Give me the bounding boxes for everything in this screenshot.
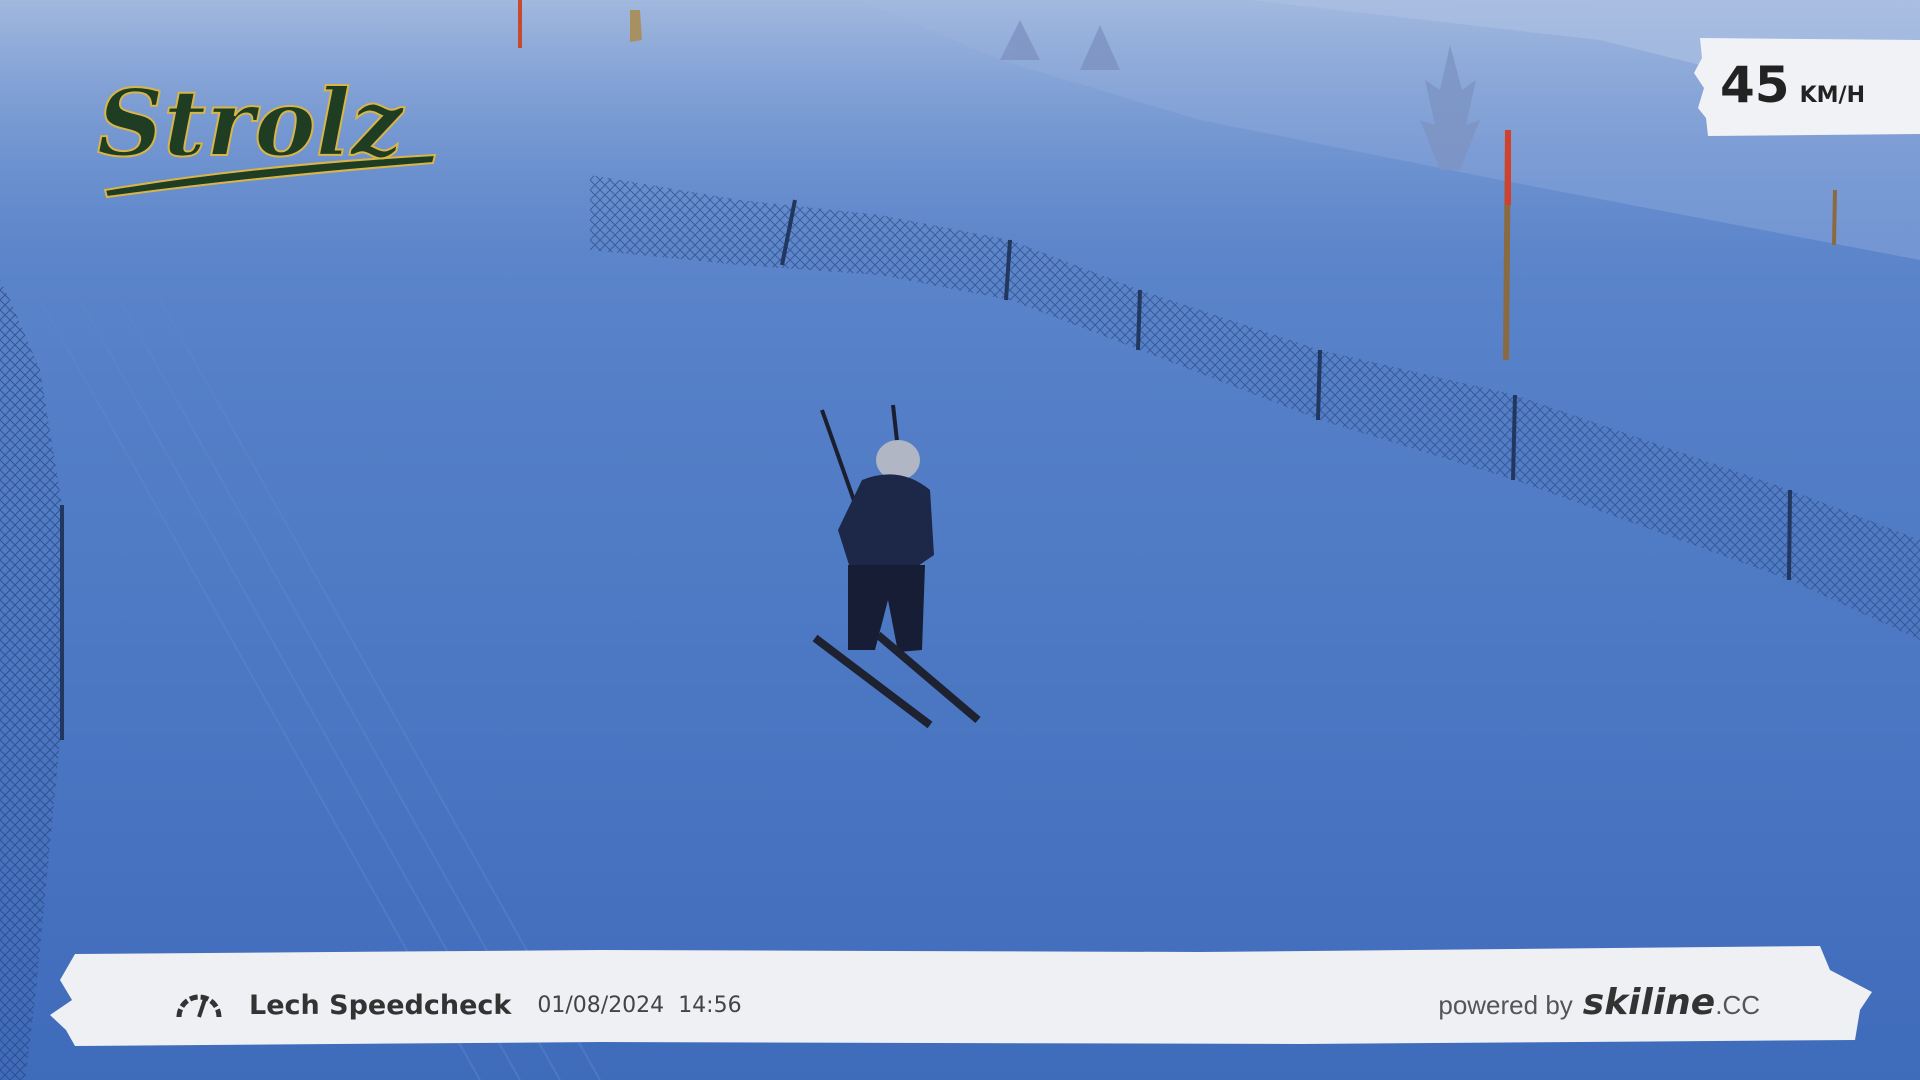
powered-label: powered by xyxy=(1438,990,1573,1020)
speed-value: 45 xyxy=(1720,56,1790,114)
speed-readout: 45 KM/H xyxy=(1720,56,1865,116)
svg-text:Strolz: Strolz xyxy=(97,69,405,177)
location-title: Lech Speedcheck xyxy=(249,989,512,1021)
footer-info: Lech Speedcheck 01/08/2024 14:56 xyxy=(175,980,742,1030)
time: 14:56 xyxy=(678,992,742,1018)
powered-by: powered by skiline .CC xyxy=(1438,982,1760,1032)
skiline-brand: skiline xyxy=(1582,982,1716,1023)
date: 01/08/2024 xyxy=(537,992,665,1018)
gauge-icon xyxy=(176,994,222,1018)
skiline-tld: .CC xyxy=(1715,990,1760,1020)
strolz-logo: Strolz xyxy=(96,68,437,199)
timestamp: 01/08/2024 14:56 xyxy=(537,993,741,1018)
speed-unit: KM/H xyxy=(1799,83,1865,108)
